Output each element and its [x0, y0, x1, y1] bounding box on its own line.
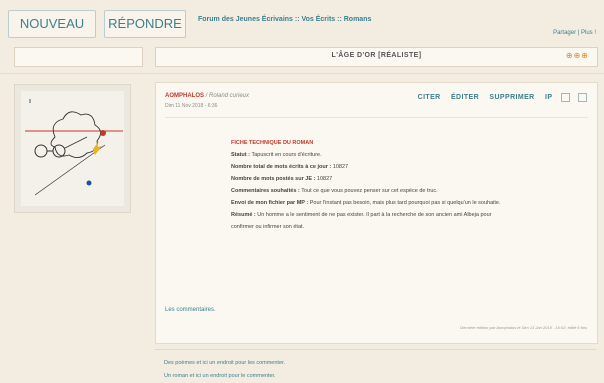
author-name[interactable]: AOMPHALOS [165, 93, 204, 99]
signature-link-poems[interactable]: Des poèmes et ici un endroit pour les co… [164, 360, 285, 366]
delete-button[interactable]: SUPPRIMER [489, 94, 534, 101]
reply-button[interactable]: RÉPONDRE [104, 10, 186, 38]
author-rank: / Roland curieux [204, 93, 250, 99]
statut-label: Statut : [231, 152, 252, 158]
mots-total-label: Nombre total de mots écrits à ce jour : [231, 164, 333, 170]
topic-header: L'ÂGE D'OR [RÉALISTE] ⊕⊕⊕ [155, 47, 598, 67]
envoi-label: Envoi de mon fichier par MP : [231, 200, 310, 206]
breadcrumb[interactable]: Forum des Jeunes Écrivains :: Vos Écrits… [198, 16, 371, 23]
envoi-value: Pour l'instant pas besoin, mais plus tar… [309, 200, 501, 206]
resume-value: Un homme a le sentiment de ne pas existe… [231, 212, 492, 230]
post-separator [165, 117, 588, 118]
edit-note: Dernière édition par Aomphalos le Dim 13… [460, 325, 587, 330]
ip-button[interactable]: IP [545, 94, 552, 101]
new-topic-button[interactable]: NOUVEAU [8, 10, 96, 38]
fiche-statut: Statut : Tapuscrit en cours d'écriture. [231, 149, 511, 161]
fiche-envoi: Envoi de mon fichier par MP : Pour l'ins… [231, 197, 511, 209]
avatar[interactable] [14, 84, 131, 213]
quote-button[interactable]: CITER [418, 94, 441, 101]
comments-link[interactable]: Les commentaires. [165, 307, 216, 313]
commentaires-label: Commentaires souhaités : [231, 188, 302, 194]
topic-tools-icon[interactable]: ⊕⊕⊕ [566, 51, 589, 60]
post-author[interactable]: AOMPHALOS / Roland curieux [165, 93, 249, 99]
fiche-technique: FICHE TECHNIQUE DU ROMAN Statut : Tapusc… [231, 137, 511, 233]
commentaires-value: Tout ce que vous pouvez penser sur cet e… [301, 188, 438, 194]
resume-label: Résumé : [231, 212, 258, 218]
warn-icon[interactable] [578, 93, 587, 102]
topic-title: L'ÂGE D'OR [RÉALISTE] [331, 52, 422, 59]
mots-postes-value: 10827 [316, 176, 333, 182]
report-icon[interactable] [560, 93, 570, 102]
fiche-resume: Résumé : Un homme a le sentiment de ne p… [231, 209, 511, 233]
topic-left-header [14, 47, 143, 67]
mots-postes-label: Nombre de mots postés sur JE : [231, 176, 317, 182]
fiche-mots-postes: Nombre de mots postés sur JE : 10827 [231, 173, 511, 185]
fiche-title: FICHE TECHNIQUE DU ROMAN [231, 140, 314, 146]
top-toolbar: NOUVEAU RÉPONDRE Forum des Jeunes Écriva… [8, 10, 596, 38]
post-date: Dim 11 Nov 2018 - 6:36 [165, 103, 218, 109]
fiche-mots-total: Nombre total de mots écrits à ce jour : … [231, 161, 511, 173]
divider [0, 73, 604, 74]
mots-total-value: 10827 [332, 164, 349, 170]
signature-link-novel[interactable]: Un roman et ici un endroit pour le comme… [164, 373, 276, 379]
signature-separator [155, 349, 596, 350]
edit-button[interactable]: ÉDITER [451, 94, 479, 101]
fiche-commentaires: Commentaires souhaités : Tout ce que vou… [231, 185, 511, 197]
post-actions: CITER ÉDITER SUPPRIMER IP [410, 93, 587, 102]
statut-value: Tapuscrit en cours d'écriture. [251, 152, 322, 158]
post-body: AOMPHALOS / Roland curieux Dim 11 Nov 20… [155, 82, 598, 344]
share-link[interactable]: Partager | Plus ! [553, 30, 596, 36]
